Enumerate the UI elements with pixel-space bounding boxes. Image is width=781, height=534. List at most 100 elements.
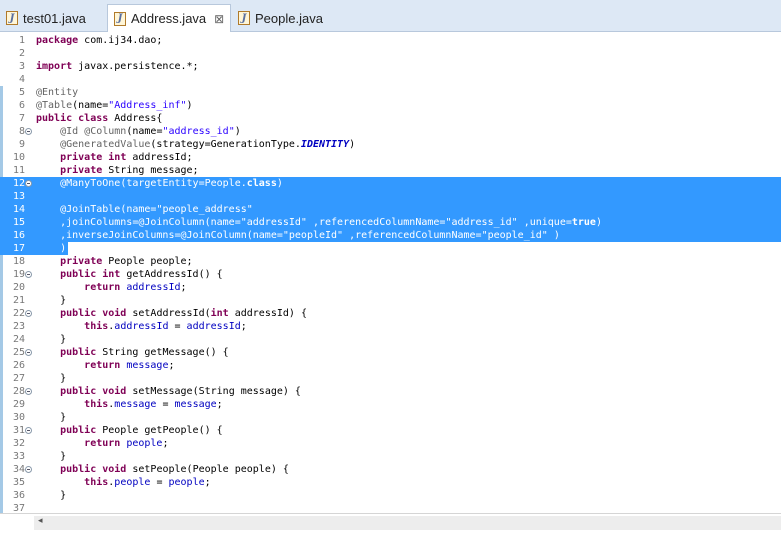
fold-toggle-icon[interactable] bbox=[25, 349, 32, 356]
code-line[interactable]: 20 return addressId; bbox=[0, 281, 781, 294]
code-text: this.message = message; bbox=[84, 399, 223, 410]
code-line[interactable]: 12 @ManyToOne(targetEntity=People.class) bbox=[0, 177, 781, 190]
code-line[interactable]: 30 } bbox=[0, 411, 781, 424]
code-line[interactable]: 31 public People getPeople() { bbox=[0, 424, 781, 437]
change-ruler-marker bbox=[0, 281, 3, 294]
code-line[interactable]: 2 bbox=[0, 47, 781, 60]
scrollbar-track[interactable] bbox=[34, 516, 781, 530]
code-line[interactable]: 25 public String getMessage() { bbox=[0, 346, 781, 359]
change-ruler-marker bbox=[0, 294, 3, 307]
horizontal-scrollbar[interactable]: ◂ bbox=[0, 513, 781, 534]
code-text: this.addressId = addressId; bbox=[84, 321, 247, 332]
change-ruler-marker bbox=[0, 476, 3, 489]
fold-toggle-icon[interactable] bbox=[25, 128, 32, 135]
change-ruler-marker bbox=[0, 359, 3, 372]
code-line[interactable]: 10 private int addressId; bbox=[0, 151, 781, 164]
code-line[interactable]: 22 public void setAddressId(int addressI… bbox=[0, 307, 781, 320]
line-number: 8 bbox=[18, 126, 25, 137]
code-text: @Entity bbox=[36, 87, 79, 98]
code-line[interactable]: 17 ) bbox=[0, 242, 781, 255]
code-line[interactable]: 9 @GeneratedValue(strategy=GenerationTyp… bbox=[0, 138, 781, 151]
code-line[interactable]: 4 bbox=[0, 73, 781, 86]
code-text: this.people = people; bbox=[84, 477, 211, 488]
line-number: 21 bbox=[12, 295, 25, 306]
code-line[interactable]: 36 } bbox=[0, 489, 781, 502]
code-line[interactable]: 14 @JoinTable(name="people_address" bbox=[0, 203, 781, 216]
change-ruler-marker bbox=[0, 34, 3, 47]
code-line[interactable]: 3 import javax.persistence.*; bbox=[0, 60, 781, 73]
change-ruler-marker bbox=[0, 502, 3, 513]
line-number: 2 bbox=[18, 48, 25, 59]
code-text: ) bbox=[36, 243, 67, 254]
line-number: 26 bbox=[12, 360, 25, 371]
code-line[interactable]: 21 } bbox=[0, 294, 781, 307]
code-line[interactable]: 27 } bbox=[0, 372, 781, 385]
code-line[interactable]: 29 this.message = message; bbox=[0, 398, 781, 411]
line-number: 25 bbox=[12, 347, 25, 358]
line-number: 5 bbox=[18, 87, 25, 98]
change-ruler-marker bbox=[0, 424, 3, 437]
code-line[interactable]: 8 @Id @Column(name="address_id") bbox=[0, 125, 781, 138]
code-line[interactable]: 34 public void setPeople(People people) … bbox=[0, 463, 781, 476]
code-line[interactable]: 18 private People people; bbox=[0, 255, 781, 268]
change-ruler-marker bbox=[0, 86, 3, 99]
change-ruler-marker bbox=[0, 437, 3, 450]
line-number: 15 bbox=[12, 217, 25, 228]
line-number: 22 bbox=[12, 308, 25, 319]
tab-test01-java[interactable]: J test01.java bbox=[0, 4, 105, 32]
change-ruler-marker bbox=[0, 385, 3, 398]
code-line[interactable]: 23 this.addressId = addressId; bbox=[0, 320, 781, 333]
code-text: return addressId; bbox=[84, 282, 187, 293]
code-line[interactable]: 35 this.people = people; bbox=[0, 476, 781, 489]
code-line[interactable]: 1 package com.ij34.dao; bbox=[0, 34, 781, 47]
code-line[interactable]: 33 } bbox=[0, 450, 781, 463]
change-ruler-marker bbox=[0, 463, 3, 476]
code-line[interactable]: 11 private String message; bbox=[0, 164, 781, 177]
code-line[interactable]: 16 ,inverseJoinColumns=@JoinColumn(name=… bbox=[0, 229, 781, 242]
code-editor[interactable]: 1 package com.ij34.dao; 2 3 import javax.per… bbox=[0, 33, 781, 513]
tab-address-java[interactable]: J Address.java ⊠ bbox=[107, 4, 231, 32]
line-number: 24 bbox=[12, 334, 25, 345]
change-ruler-marker bbox=[0, 398, 3, 411]
scroll-left-arrow-icon[interactable]: ◂ bbox=[38, 516, 43, 526]
line-number: 16 bbox=[12, 230, 25, 241]
line-number: 29 bbox=[12, 399, 25, 410]
code-line[interactable]: 7 public class Address{ bbox=[0, 112, 781, 125]
change-ruler-marker bbox=[0, 268, 3, 281]
change-ruler-marker bbox=[0, 99, 3, 112]
line-number: 1 bbox=[18, 35, 25, 46]
code-line[interactable]: 24 } bbox=[0, 333, 781, 346]
code-line[interactable]: 19 public int getAddressId() { bbox=[0, 268, 781, 281]
code-text: @ManyToOne(targetEntity=People.class) bbox=[60, 178, 283, 189]
fold-toggle-icon[interactable] bbox=[25, 466, 32, 473]
code-line[interactable]: 26 return message; bbox=[0, 359, 781, 372]
line-number: 30 bbox=[12, 412, 25, 423]
change-ruler-marker bbox=[0, 151, 3, 164]
code-text: public class Address{ bbox=[36, 113, 163, 124]
line-number: 34 bbox=[12, 464, 25, 475]
fold-toggle-icon[interactable] bbox=[25, 310, 32, 317]
fold-toggle-icon[interactable] bbox=[25, 180, 32, 187]
fold-toggle-icon[interactable] bbox=[25, 388, 32, 395]
code-text: @GeneratedValue(strategy=GenerationType.… bbox=[60, 139, 356, 150]
code-line[interactable]: 5 @Entity bbox=[0, 86, 781, 99]
fold-toggle-icon[interactable] bbox=[25, 427, 32, 434]
code-line[interactable]: 15 ,joinColumns=@JoinColumn(name="addres… bbox=[0, 216, 781, 229]
fold-toggle-icon[interactable] bbox=[25, 271, 32, 278]
code-line[interactable]: 32 return people; bbox=[0, 437, 781, 450]
code-line[interactable]: 13 bbox=[0, 190, 781, 203]
change-ruler-marker bbox=[0, 138, 3, 151]
java-file-icon: J bbox=[114, 11, 126, 26]
code-line[interactable]: 28 public void setMessage(String message… bbox=[0, 385, 781, 398]
code-text: } bbox=[36, 451, 67, 462]
line-number: 10 bbox=[12, 152, 25, 163]
line-number: 27 bbox=[12, 373, 25, 384]
editor-tab-bar: J test01.java J Address.java ⊠ J People.… bbox=[0, 0, 781, 32]
change-ruler-marker bbox=[0, 47, 3, 60]
code-text: public int getAddressId() { bbox=[60, 269, 223, 280]
code-text: } bbox=[36, 373, 67, 384]
code-line[interactable]: 37 bbox=[0, 502, 781, 513]
tab-people-java[interactable]: J People.java bbox=[232, 4, 332, 32]
code-line[interactable]: 6 @Table(name="Address_inf") bbox=[0, 99, 781, 112]
close-icon[interactable]: ⊠ bbox=[214, 12, 224, 26]
